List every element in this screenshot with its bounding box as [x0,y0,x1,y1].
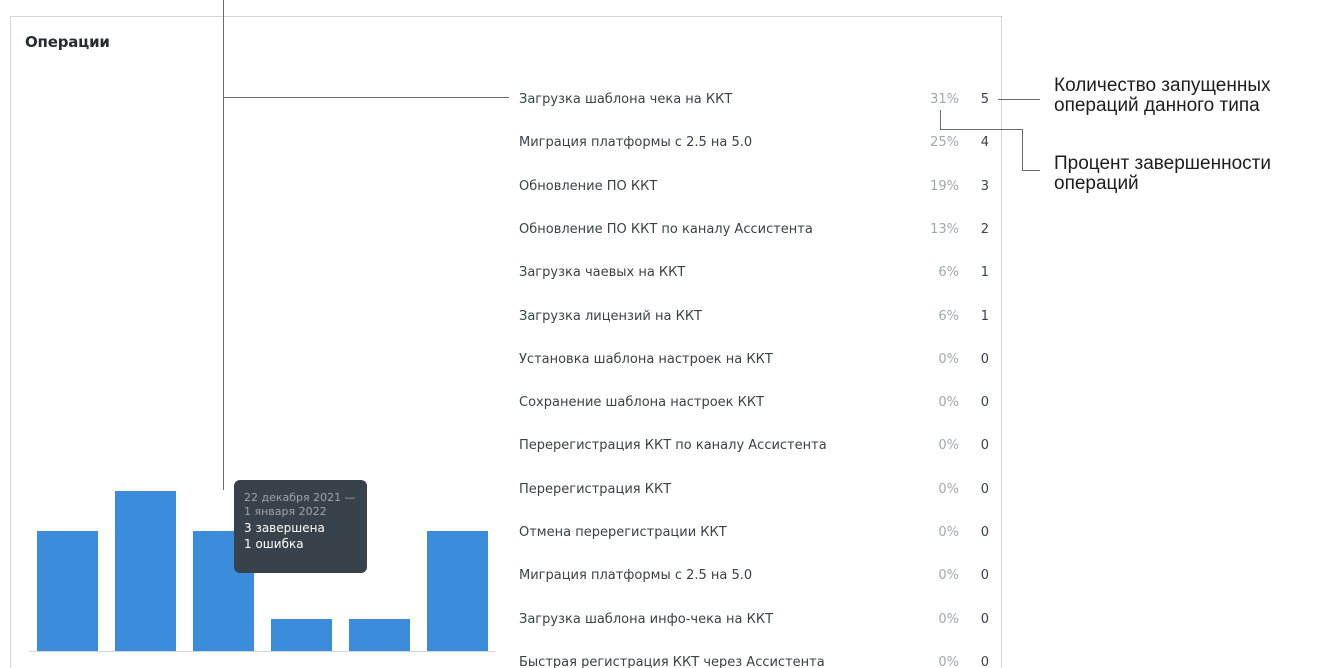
count-annotation-line1: Количество запущенных [1054,75,1271,96]
count-annotation-line2: операций данного типа [1054,95,1260,116]
percent-leader-line [940,110,1040,171]
percent-annotation-line2: операций [1054,173,1139,194]
percent-annotation: Процент завершенности операций [1054,154,1271,194]
percent-annotation-line1: Процент завершенности [1054,153,1271,174]
count-annotation: Количество запущенных операций данного т… [1054,76,1271,116]
